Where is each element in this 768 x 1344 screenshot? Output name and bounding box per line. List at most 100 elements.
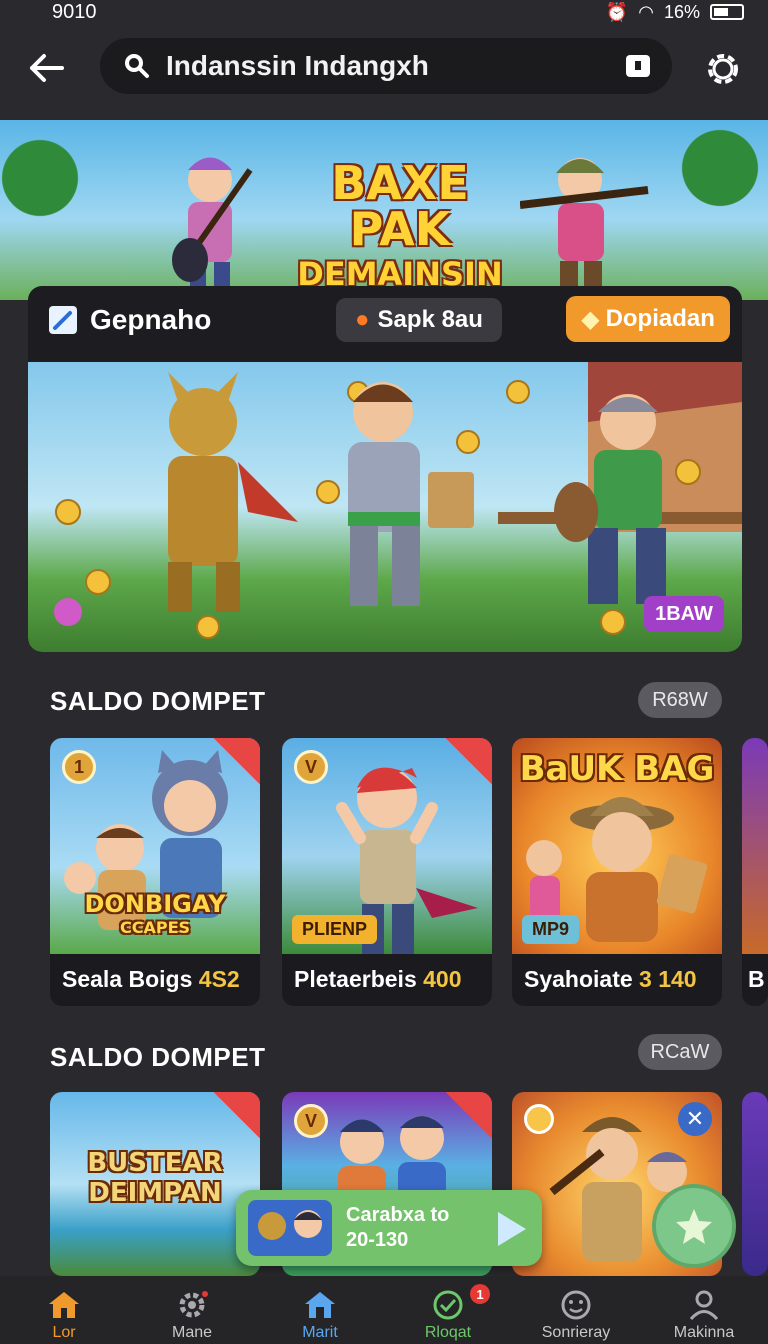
game-name: Syahoiate bbox=[524, 966, 633, 992]
bottom-navigation: Lor Mane Marit 1 Rloqat Sonrieray Makinn… bbox=[0, 1276, 768, 1344]
game-card-art bbox=[742, 738, 768, 954]
toast-line2: 20-130 bbox=[346, 1229, 409, 1251]
game-art-subtitle: DEIMPAN bbox=[88, 1178, 222, 1208]
hot-corner-ribbon bbox=[214, 1092, 260, 1138]
search-bar[interactable]: Indanssin Indangxh bbox=[100, 38, 672, 94]
nav-item-social[interactable]: Sonrieray bbox=[512, 1276, 640, 1344]
nav-item-profile[interactable]: Makinna bbox=[640, 1276, 768, 1344]
game-card-art: BUSTEAR DEIMPAN bbox=[50, 1092, 260, 1276]
toast-characters-art bbox=[248, 1200, 332, 1256]
person-icon bbox=[689, 1290, 719, 1320]
game-art-label: MP9 bbox=[522, 915, 580, 944]
notification-badge: 1 bbox=[470, 1284, 490, 1304]
game-card[interactable] bbox=[742, 1092, 768, 1276]
game-value: 3 140 bbox=[639, 966, 697, 992]
game-card[interactable]: V PLIENP Pletaerbeis 400 bbox=[282, 738, 492, 1006]
gear-icon bbox=[179, 1291, 208, 1318]
view-all-button[interactable]: RCaW bbox=[638, 1034, 722, 1070]
palm-tree-art bbox=[0, 130, 100, 250]
featured-title: Gepnaho bbox=[48, 304, 211, 336]
featured-header: Gepnaho ● Sapk 8au ◆ Dopiadan bbox=[28, 286, 742, 356]
fire-icon: ● bbox=[355, 306, 370, 333]
game-card-caption: Pletaerbeis 400 bbox=[294, 966, 462, 993]
back-arrow-icon bbox=[30, 54, 64, 82]
game-card-art bbox=[742, 1092, 768, 1276]
game-value: 400 bbox=[423, 966, 462, 992]
nav-item-home[interactable]: Lor bbox=[0, 1276, 128, 1344]
top-app-bar: Indanssin Indangxh bbox=[0, 28, 768, 108]
search-query[interactable]: Indanssin Indangxh bbox=[166, 50, 429, 82]
palm-tree-art bbox=[660, 120, 768, 240]
game-art-subtitle: CCAPES bbox=[119, 918, 191, 937]
featured-characters-art bbox=[54, 362, 742, 639]
featured-banner-art[interactable]: 1BAW bbox=[28, 362, 742, 652]
game-name: B bbox=[748, 966, 765, 992]
featured-title-text: Gepnaho bbox=[90, 304, 212, 335]
game-card[interactable]: BUSTEAR DEIMPAN bbox=[50, 1092, 260, 1276]
game-card[interactable]: 1 DONBIGAY CCAPES Seala Boigs 4S2 bbox=[50, 738, 260, 1006]
nav-label: Rloqat bbox=[424, 1324, 472, 1341]
game-card[interactable]: B bbox=[742, 738, 768, 1006]
nav-label: Makinna bbox=[673, 1324, 735, 1341]
hot-corner-ribbon bbox=[214, 738, 260, 784]
game-name: Pletaerbeis bbox=[294, 966, 417, 992]
download-button[interactable]: ◆ Dopiadan bbox=[566, 296, 730, 342]
rank-badge: V bbox=[294, 1104, 328, 1138]
game-card-art: 1 DONBIGAY CCAPES bbox=[50, 738, 260, 954]
home-icon bbox=[49, 1292, 79, 1318]
fire-chip-button[interactable]: ● Sapk 8au bbox=[336, 298, 502, 342]
wifi-icon: ◠ bbox=[638, 1, 654, 22]
battery-icon bbox=[710, 4, 744, 20]
game-card-art: BaUK BAG MP9 bbox=[512, 738, 722, 954]
rank-badge: V bbox=[294, 750, 328, 784]
download-button-label: Dopiadan bbox=[605, 305, 715, 332]
rank-badge: 1 bbox=[62, 750, 96, 784]
nav-label: Sonrieray bbox=[541, 1324, 611, 1341]
game-card-caption: Seala Boigs 4S2 bbox=[62, 966, 240, 993]
back-button[interactable] bbox=[24, 46, 68, 90]
edit-icon bbox=[49, 306, 77, 334]
game-art-label: PLIENP bbox=[292, 915, 378, 944]
battery-percent: 16% bbox=[663, 1, 700, 22]
soldier-hero-art bbox=[520, 158, 649, 300]
view-all-button[interactable]: R68W bbox=[638, 682, 722, 718]
play-icon[interactable] bbox=[498, 1212, 526, 1246]
status-time: 9010 bbox=[52, 0, 97, 23]
nav-label: Lor bbox=[52, 1324, 76, 1341]
toast-line1: Carabxa to bbox=[346, 1204, 450, 1226]
hero-title: BAXE PAK DEMAINSIN bbox=[280, 160, 520, 290]
game-value: 4S2 bbox=[198, 966, 240, 992]
status-bar: 9010 ⏰ ◠ 16% bbox=[0, 0, 768, 24]
toast-text: Carabxa to 20-130 bbox=[346, 1203, 449, 1253]
guitar-hero-art bbox=[172, 157, 253, 300]
game-card-art: V PLIENP bbox=[282, 738, 492, 954]
game-name: Seala Boigs bbox=[62, 966, 193, 992]
nav-item-market[interactable]: Marit bbox=[256, 1276, 384, 1344]
hero-title-line1: BAXE PAK bbox=[331, 156, 469, 256]
section-title-wallet: SALDO DOMPET bbox=[50, 1042, 266, 1072]
save-icon[interactable] bbox=[624, 52, 652, 80]
bulb-icon bbox=[524, 1104, 554, 1134]
game-art-title: DONBIGAY bbox=[84, 890, 226, 918]
nav-item-settings[interactable]: Mane bbox=[128, 1276, 256, 1344]
featured-badge: 1BAW bbox=[644, 596, 724, 632]
nav-item-rewards[interactable]: 1 Rloqat bbox=[384, 1276, 512, 1344]
star-icon bbox=[676, 1209, 712, 1244]
game-card-caption: Syahoiate 3 140 bbox=[524, 966, 697, 993]
featured-game-card[interactable]: Gepnaho ● Sapk 8au ◆ Dopiadan 1BAW bbox=[28, 286, 742, 652]
close-icon[interactable]: ✕ bbox=[678, 1102, 712, 1136]
settings-gear-icon[interactable] bbox=[700, 46, 746, 92]
coin-icon: ◆ bbox=[581, 305, 600, 333]
reward-toast[interactable]: Carabxa to 20-130 bbox=[236, 1190, 542, 1266]
star-fab-button[interactable] bbox=[652, 1184, 736, 1268]
status-icons: ⏰ ◠ 16% bbox=[606, 2, 744, 23]
check-circle-icon bbox=[433, 1290, 463, 1320]
game-row-1: 1 DONBIGAY CCAPES Seala Boigs 4S2 V PLIE… bbox=[50, 738, 768, 1008]
fire-chip-label: Sapk 8au bbox=[377, 306, 483, 333]
hot-corner-ribbon bbox=[446, 1092, 492, 1138]
hero-banner[interactable]: BAXE PAK DEMAINSIN bbox=[0, 120, 768, 300]
nav-label: Marit bbox=[302, 1324, 338, 1341]
game-card-caption: B bbox=[748, 966, 765, 993]
game-card[interactable]: BaUK BAG MP9 Syahoiate 3 140 bbox=[512, 738, 722, 1006]
smiley-icon bbox=[561, 1290, 591, 1320]
